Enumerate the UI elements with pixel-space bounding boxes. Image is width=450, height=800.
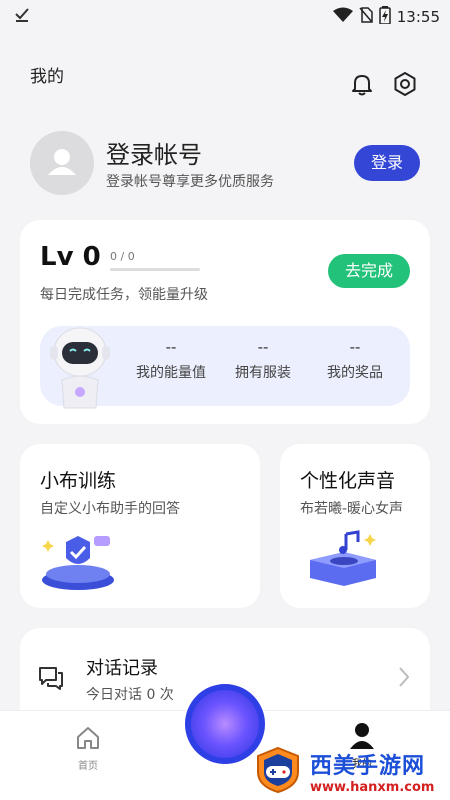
level-description: 每日完成任务，领能量升级 xyxy=(40,287,208,303)
avatar[interactable] xyxy=(30,131,94,195)
login-subtitle: 登录帐号尊享更多优质服务 xyxy=(106,174,274,190)
stat-prizes-label: 我的奖品 xyxy=(327,365,383,381)
voice-subtitle: 布若曦-暖心女声 xyxy=(300,501,404,517)
settings-icon[interactable] xyxy=(391,70,419,98)
gamepad-shield-logo-icon xyxy=(254,746,302,794)
tab-home[interactable]: 首页 xyxy=(70,725,106,772)
history-title: 对话记录 xyxy=(86,658,158,679)
history-subtitle: 今日对话 0 次 xyxy=(86,687,174,703)
battery-icon xyxy=(379,6,391,28)
level-card: Lv 0 0 / 0 每日完成任务，领能量升级 去完成 -- 我的能量值 -- … xyxy=(20,220,430,424)
voice-card[interactable]: 个性化声音 布若曦-暖心女声 xyxy=(280,444,430,608)
login-button[interactable]: 登录 xyxy=(354,145,420,181)
level-progress-bar xyxy=(110,268,200,271)
stat-energy-label: 我的能量值 xyxy=(136,365,206,381)
stat-outfits-value: -- xyxy=(257,338,269,356)
wifi-icon xyxy=(332,7,353,27)
stat-outfits[interactable]: -- 拥有服装 xyxy=(218,338,308,382)
home-icon xyxy=(75,727,101,755)
stat-prizes-value: -- xyxy=(349,338,361,356)
page-title: 我的 xyxy=(30,67,64,87)
voice-title: 个性化声音 xyxy=(300,470,396,492)
watermark-url: www.hanxm.com xyxy=(310,780,435,795)
training-subtitle: 自定义小布助手的回答 xyxy=(40,501,180,517)
robot-mascot-icon xyxy=(40,322,120,412)
watermark-title: 西美手游网 xyxy=(310,754,426,779)
header: 我的 xyxy=(0,50,450,110)
check-download-icon xyxy=(14,6,30,26)
stat-prizes[interactable]: -- 我的奖品 xyxy=(310,338,400,382)
training-title: 小布训练 xyxy=(40,470,117,492)
tab-home-label: 首页 xyxy=(78,761,98,772)
watermark: 西美手游网 www.hanxm.com xyxy=(250,742,450,800)
chevron-right-icon xyxy=(398,666,410,692)
stat-outfits-label: 拥有服装 xyxy=(235,365,291,381)
no-sim-icon xyxy=(359,7,373,27)
status-time: 13:55 xyxy=(396,8,440,26)
level-label: Lv 0 xyxy=(40,242,101,272)
training-card[interactable]: 小布训练 自定义小布助手的回答 xyxy=(20,444,260,608)
level-progress-text: 0 / 0 xyxy=(110,250,135,263)
training-shield-icon xyxy=(38,528,138,596)
login-title[interactable]: 登录帐号 xyxy=(106,135,202,170)
status-bar: 13:55 xyxy=(0,0,450,32)
chat-history-icon xyxy=(36,662,66,696)
music-player-icon xyxy=(304,528,384,592)
stat-energy-value: -- xyxy=(165,338,177,356)
bell-icon[interactable] xyxy=(348,70,376,98)
complete-task-button[interactable]: 去完成 xyxy=(328,254,410,288)
stat-energy[interactable]: -- 我的能量值 xyxy=(126,338,216,382)
profile-section: 登录帐号 登录帐号尊享更多优质服务 登录 xyxy=(0,125,450,205)
